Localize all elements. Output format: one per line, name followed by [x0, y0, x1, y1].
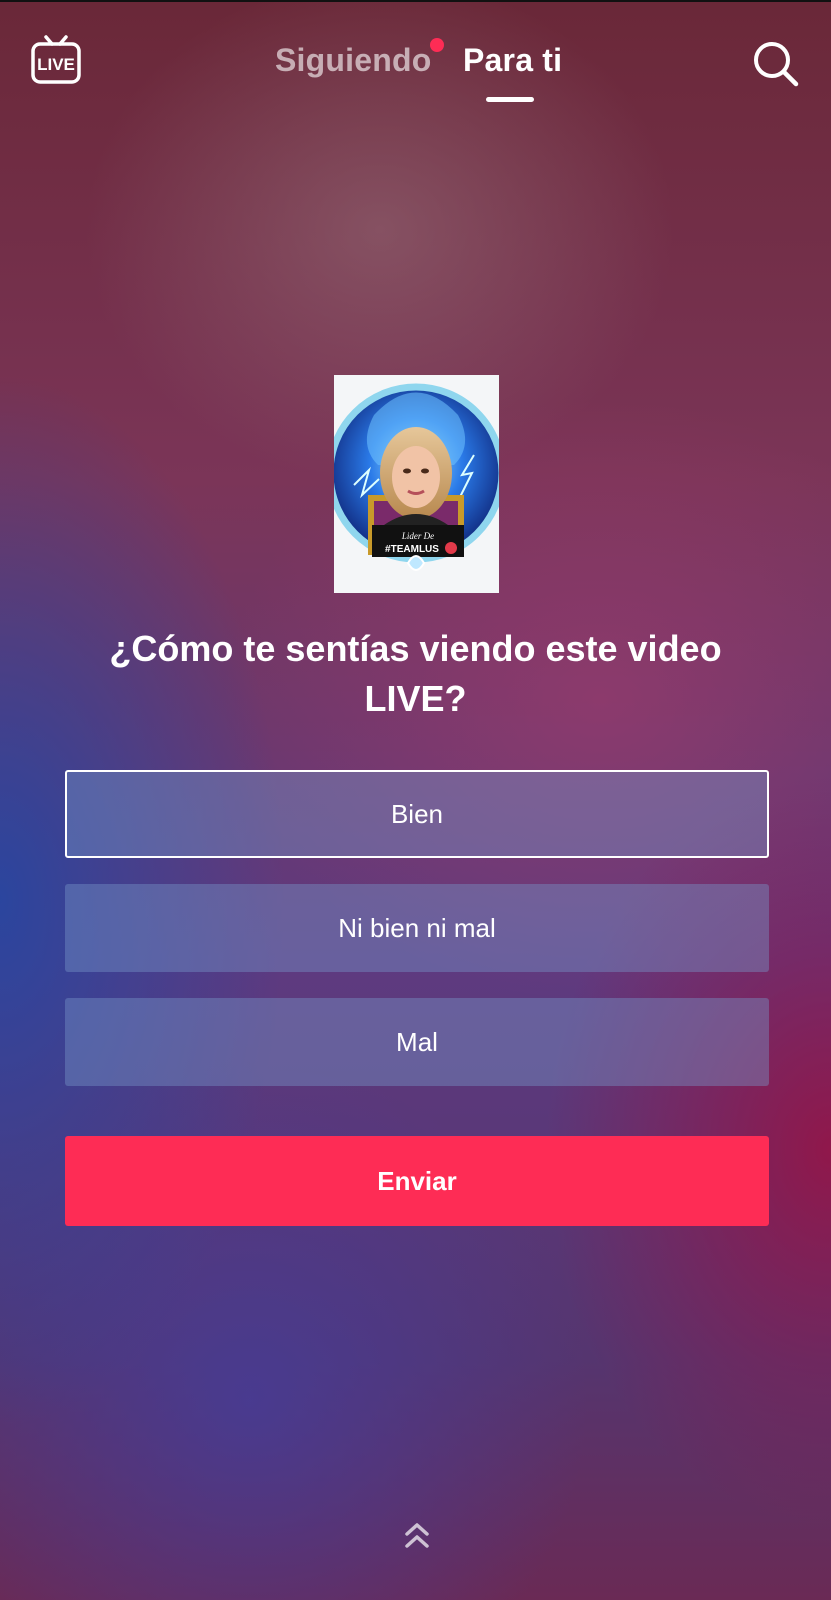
notification-dot — [430, 38, 444, 52]
search-icon[interactable] — [752, 40, 800, 88]
live-host-avatar: Lider De #TEAMLUS — [334, 375, 499, 593]
option-bien[interactable]: Bien — [65, 770, 769, 858]
option-label: Bien — [390, 798, 444, 829]
tab-for-you[interactable]: Para ti — [463, 42, 562, 79]
double-chevron-up-icon — [403, 1520, 431, 1552]
survey-question: ¿Cómo te sentías viendo este video LIVE? — [109, 628, 722, 719]
option-label: Ni bien ni mal — [338, 912, 496, 943]
option-label: Mal — [396, 1026, 438, 1057]
option-ni-bien-ni-mal[interactable]: Ni bien ni mal — [65, 884, 769, 972]
active-tab-indicator — [486, 97, 534, 102]
status-edge — [0, 0, 831, 2]
tab-following[interactable]: Siguiendo — [275, 42, 431, 79]
avatar-caption-line2: #TEAMLUS — [385, 544, 439, 555]
submit-button[interactable]: Enviar — [65, 1136, 769, 1226]
feed-tabs: Siguiendo Para ti — [0, 38, 831, 108]
avatar-caption-line1: Lider De — [401, 531, 434, 541]
submit-label: Enviar — [377, 1165, 457, 1196]
option-mal[interactable]: Mal — [65, 998, 769, 1086]
